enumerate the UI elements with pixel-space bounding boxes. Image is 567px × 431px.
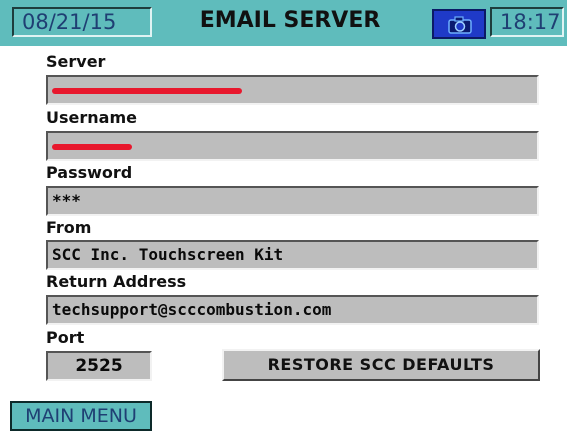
- camera-button[interactable]: [432, 9, 486, 39]
- header-bar: 08/21/15 EMAIL SERVER 18:17: [0, 0, 567, 46]
- password-value: ***: [52, 191, 81, 210]
- return-address-label: Return Address: [46, 272, 187, 291]
- password-field[interactable]: ***: [46, 186, 539, 216]
- camera-icon: [448, 16, 472, 34]
- port-label: Port: [46, 328, 85, 347]
- redaction-mark: [52, 87, 242, 94]
- from-field[interactable]: SCC Inc. Touchscreen Kit: [46, 240, 539, 270]
- port-field[interactable]: 2525: [46, 351, 152, 381]
- time-display: 18:17: [490, 7, 564, 37]
- main-menu-button[interactable]: MAIN MENU: [10, 401, 152, 431]
- username-label: Username: [46, 108, 137, 127]
- username-field[interactable]: [46, 131, 539, 161]
- return-address-value: techsupport@scccombustion.com: [52, 300, 332, 319]
- server-label: Server: [46, 52, 106, 71]
- from-label: From: [46, 218, 92, 237]
- redaction-mark: [52, 143, 132, 150]
- server-field[interactable]: [46, 75, 539, 105]
- return-address-field[interactable]: techsupport@scccombustion.com: [46, 295, 539, 325]
- page-title: EMAIL SERVER: [199, 8, 381, 33]
- date-display: 08/21/15: [12, 7, 152, 37]
- password-label: Password: [46, 163, 133, 182]
- from-value: SCC Inc. Touchscreen Kit: [52, 245, 284, 264]
- restore-defaults-button[interactable]: RESTORE SCC DEFAULTS: [222, 349, 540, 381]
